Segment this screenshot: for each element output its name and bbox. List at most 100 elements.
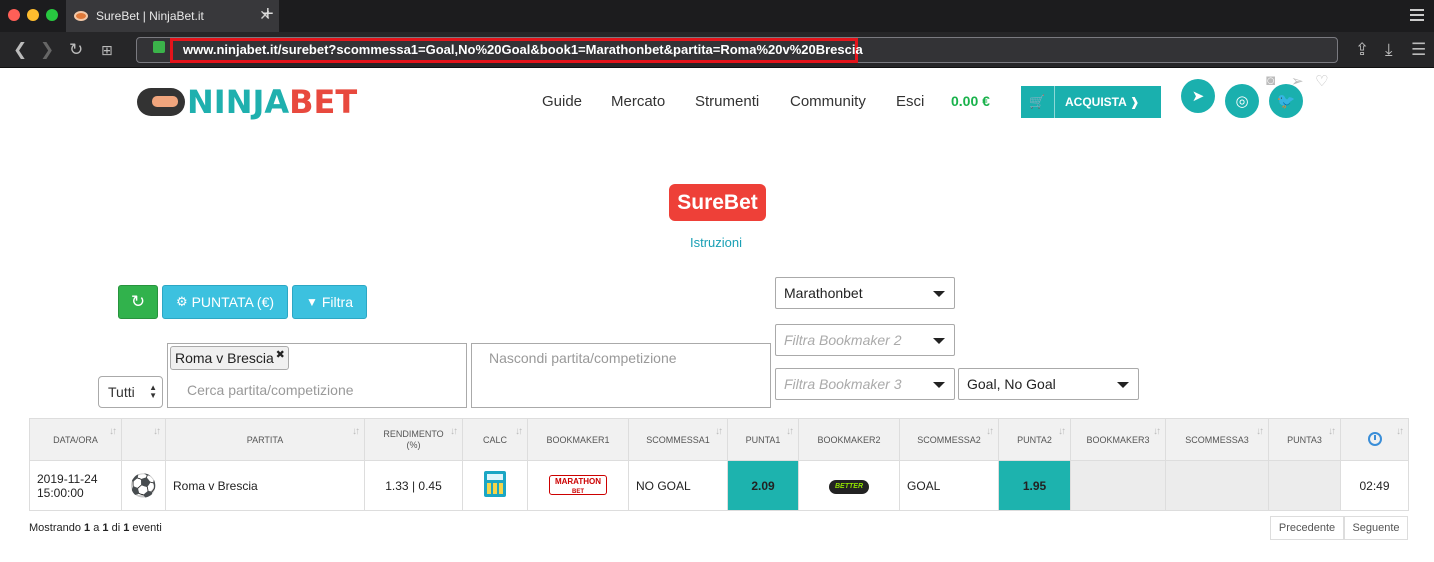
cell-odd2: 1.95 xyxy=(998,460,1071,511)
bookmaker2-select[interactable]: Filtra Bookmaker 2 xyxy=(775,324,955,356)
istruzioni-link[interactable]: Istruzioni xyxy=(690,235,742,250)
cell-bookmaker3 xyxy=(1070,460,1166,511)
marathonbet-logo[interactable]: MARATHON BET xyxy=(549,475,607,495)
col-header-scommessa2[interactable]: SCOMMESSA2 ↓↑ xyxy=(899,418,999,461)
browser-tab-active[interactable]: SureBet | NinjaBet.it ✕ xyxy=(66,0,279,32)
col-header-bookmaker2[interactable]: BOOKMAKER2 xyxy=(798,418,900,461)
sort-icon: ↓↑ xyxy=(1396,426,1404,437)
cell-odd1: 2.09 xyxy=(727,460,799,511)
surebet-table: DATA/ORA ↓↑ ↓↑ PARTITA ↓↑ RENDIMENTO (%) ↓↑… xyxy=(29,418,1409,511)
sort-icon: ↓↑ xyxy=(1153,426,1161,437)
col-header-bookmaker1[interactable]: BOOKMAKER1 xyxy=(527,418,629,461)
col-header-scommessa3[interactable]: SCOMMESSA3 ↓↑ xyxy=(1165,418,1269,461)
col-header-countdown[interactable]: ↓↑ xyxy=(1340,418,1409,461)
cell-bookmaker1[interactable]: MARATHON BET xyxy=(527,460,629,511)
minimize-window-button[interactable] xyxy=(27,9,39,21)
search-chip[interactable]: Roma v Brescia ✖ xyxy=(170,346,289,370)
hide-match-input[interactable]: Nascondi partita/competizione xyxy=(471,343,771,408)
col-header-rendimento[interactable]: RENDIMENTO (%) ↓↑ xyxy=(364,418,463,461)
col-header-scommessa1[interactable]: SCOMMESSA1 ↓↑ xyxy=(628,418,728,461)
cell-odd3 xyxy=(1268,460,1341,511)
search-chip-label: Roma v Brescia xyxy=(175,350,274,366)
bookmaker1-value: Marathonbet xyxy=(784,285,863,301)
tab-list-menu-icon[interactable] xyxy=(1410,9,1424,24)
col-header-partita[interactable]: PARTITA ↓↑ xyxy=(165,418,365,461)
close-window-button[interactable] xyxy=(8,9,20,21)
calculator-icon[interactable] xyxy=(484,471,506,497)
nav-community[interactable]: Community xyxy=(790,93,866,110)
cell-yield: 1.33 | 0.45 xyxy=(364,460,463,511)
filtra-label: Filtra xyxy=(321,294,353,310)
market-value: Goal, No Goal xyxy=(967,376,1056,392)
telegram-icon[interactable]: ➤ xyxy=(1181,79,1215,113)
puntata-label: PUNTATA (€) xyxy=(191,294,275,310)
new-tab-icon[interactable]: + xyxy=(262,3,274,26)
market-select[interactable]: Goal, No Goal xyxy=(958,368,1139,400)
cell-countdown: 02:49 xyxy=(1340,460,1409,511)
nav-esci[interactable]: Esci xyxy=(896,93,924,110)
scope-select[interactable]: Tutti ▲ ▼ xyxy=(98,376,163,408)
refresh-button[interactable]: ↻ xyxy=(118,285,158,319)
gears-icon: ⚙ xyxy=(175,294,188,309)
ninja-favicon-icon xyxy=(74,11,88,21)
sort-icon: ↓↑ xyxy=(153,426,161,437)
camera-icon[interactable]: ◙ xyxy=(1266,72,1275,89)
back-icon[interactable]: ❮ xyxy=(13,40,27,60)
cell-bookmaker2[interactable]: BETTER xyxy=(798,460,900,511)
table-row: 2019-11-24 15:00:00 ⚽ Roma v Brescia 1.33… xyxy=(29,460,1409,511)
col-header-calc[interactable]: CALC ↓↑ xyxy=(462,418,528,461)
search-match-input[interactable]: Roma v Brescia ✖ Cerca partita/competizi… xyxy=(167,343,467,408)
download-icon[interactable]: ⤓ xyxy=(1385,40,1393,60)
logo-text-bet: BET xyxy=(289,83,358,121)
chevron-down-icon xyxy=(933,382,945,388)
instagram-icon[interactable]: ◎ xyxy=(1225,84,1259,118)
bookmaker2-placeholder: Filtra Bookmaker 2 xyxy=(784,332,902,348)
nav-mercato[interactable]: Mercato xyxy=(611,93,665,110)
bookmaker3-select[interactable]: Filtra Bookmaker 3 xyxy=(775,368,955,400)
cell-calc[interactable] xyxy=(462,460,528,511)
twitter-icon[interactable]: 🐦 xyxy=(1269,84,1303,118)
nav-guide[interactable]: Guide xyxy=(542,93,582,110)
col-header-punta3[interactable]: PUNTA3 ↓↑ xyxy=(1268,418,1341,461)
col-header-sport[interactable]: ↓↑ xyxy=(121,418,166,461)
url-text[interactable]: www.ninjabet.it/surebet?scommessa1=Goal,… xyxy=(183,42,863,57)
next-page-button[interactable]: Seguente xyxy=(1344,516,1408,540)
speed-dial-icon[interactable]: ⊞ xyxy=(101,42,113,59)
bookmaker1-select[interactable]: Marathonbet xyxy=(775,277,955,309)
previous-page-button[interactable]: Precedente xyxy=(1270,516,1344,540)
nav-strumenti[interactable]: Strumenti xyxy=(695,93,759,110)
clock-icon xyxy=(1367,431,1382,446)
col-header-bookmaker3[interactable]: BOOKMAKER3 ↓↑ xyxy=(1070,418,1166,461)
chevron-down-icon xyxy=(933,338,945,344)
reload-icon[interactable]: ↻ xyxy=(69,40,83,60)
settings-sliders-icon[interactable]: ☰ xyxy=(1411,40,1426,60)
puntata-button[interactable]: ⚙ PUNTATA (€) xyxy=(162,285,288,319)
better-logo[interactable]: BETTER xyxy=(829,480,869,494)
share-icon[interactable]: ⇪ xyxy=(1355,40,1369,60)
heart-icon[interactable]: ♡ xyxy=(1315,72,1328,90)
filtra-button[interactable]: ▼ Filtra xyxy=(292,285,367,319)
ninjabet-logo[interactable]: NINJABET xyxy=(137,83,358,121)
cart-icon: 🛒 xyxy=(1021,86,1055,118)
forward-icon[interactable]: ❯ xyxy=(40,40,54,60)
sort-icon: ↓↑ xyxy=(986,426,994,437)
ninja-mascot-icon xyxy=(137,88,185,116)
col-header-punta1[interactable]: PUNTA1 ↓↑ xyxy=(727,418,799,461)
logo-text-ninja: NINJA xyxy=(187,83,290,121)
acquista-button[interactable]: 🛒 ACQUISTA ❱ xyxy=(1021,86,1161,118)
lock-icon xyxy=(153,41,165,53)
cell-bet3 xyxy=(1165,460,1269,511)
search-placeholder: Cerca partita/competizione xyxy=(187,382,354,398)
sort-icon: ↓↑ xyxy=(1256,426,1264,437)
maximize-window-button[interactable] xyxy=(46,9,58,21)
surebet-title-badge: SureBet xyxy=(669,184,766,221)
chip-remove-icon[interactable]: ✖ xyxy=(276,348,285,361)
col-header-data-ora[interactable]: DATA/ORA ↓↑ xyxy=(29,418,122,461)
sort-icon: ↓↑ xyxy=(715,426,723,437)
sort-icon: ↓↑ xyxy=(515,426,523,437)
col-header-punta2[interactable]: PUNTA2 ↓↑ xyxy=(998,418,1071,461)
sort-icon: ↓↑ xyxy=(450,426,458,437)
sort-icon: ↓↑ xyxy=(1058,426,1066,437)
tab-title: SureBet | NinjaBet.it xyxy=(96,9,204,23)
hide-placeholder: Nascondi partita/competizione xyxy=(489,350,677,366)
